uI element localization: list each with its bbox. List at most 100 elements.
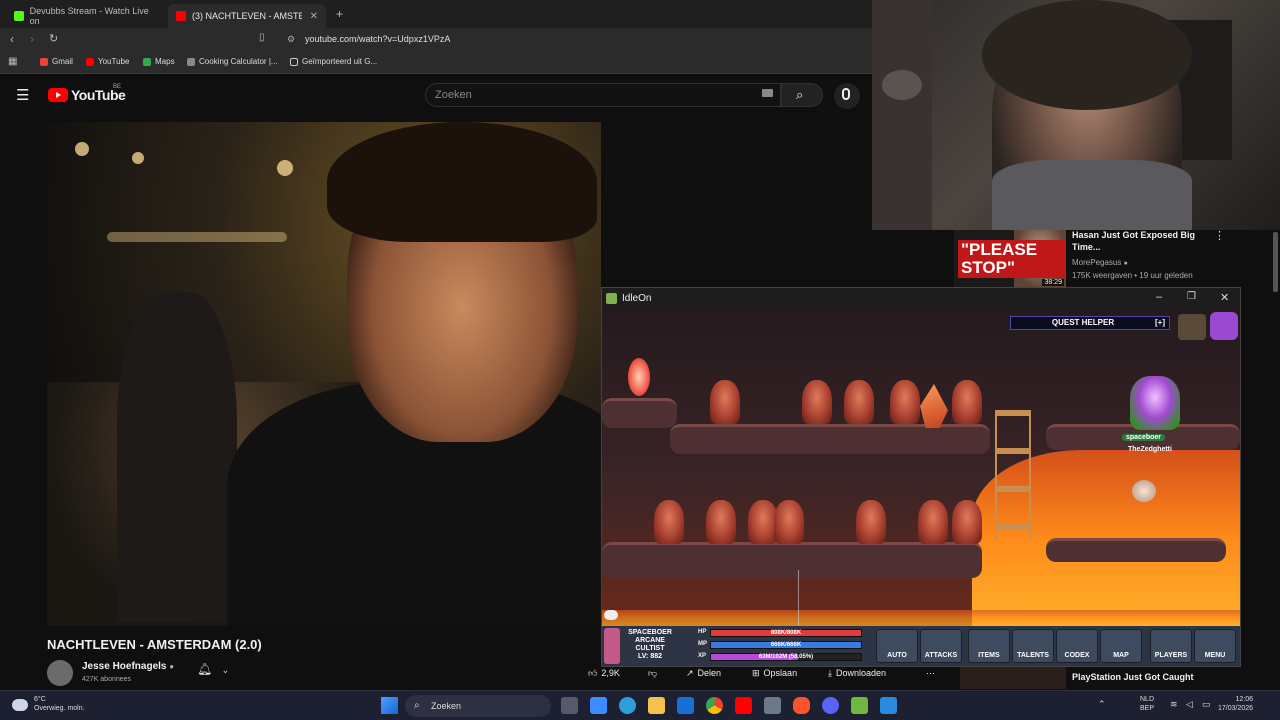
- store-icon[interactable]: [590, 697, 607, 714]
- windows-start-icon[interactable]: [381, 697, 398, 714]
- lava-mob[interactable]: [802, 380, 832, 424]
- player-name-tag: spaceboer: [1122, 434, 1166, 441]
- lava-mob[interactable]: [654, 500, 684, 544]
- weather-widget[interactable]: 6°C Overwieg. moln.: [34, 695, 85, 713]
- recommendation-channel[interactable]: MorePegasus ●: [1072, 258, 1128, 267]
- skull-icon[interactable]: [1178, 314, 1206, 340]
- bokeh-light: [132, 152, 144, 164]
- browser-tab-active[interactable]: (3) NACHTLEVEN - AMSTERD ✕: [168, 4, 326, 28]
- lava-mob[interactable]: [844, 380, 874, 424]
- chrome-icon[interactable]: [706, 697, 723, 714]
- lava-mob[interactable]: [918, 500, 948, 544]
- bookmark-gmail[interactable]: Gmail: [40, 57, 73, 66]
- talents-button[interactable]: TALENTS: [1012, 629, 1054, 663]
- items-button[interactable]: ITEMS: [968, 629, 1010, 663]
- bookmark-youtube[interactable]: YouTube: [86, 57, 129, 66]
- idleon-taskbar-icon[interactable]: [851, 697, 868, 714]
- hamburger-menu-icon[interactable]: ☰: [16, 86, 29, 104]
- site-info-icon[interactable]: ⚙: [287, 34, 295, 45]
- sidebar-scrollbar[interactable]: [1273, 232, 1278, 292]
- reload-icon[interactable]: ↻: [49, 32, 58, 45]
- clock[interactable]: 12:06 17/03/2026: [1218, 695, 1253, 713]
- battery-icon[interactable]: ▭: [1202, 699, 1211, 710]
- bookmark-folder[interactable]: Geïmporteerd uit G...: [290, 57, 377, 66]
- character-portrait-icon[interactable]: [604, 628, 620, 664]
- taskbar-search[interactable]: Zoeken: [405, 695, 551, 717]
- attacks-button[interactable]: ATTACKS: [920, 629, 962, 663]
- game-viewport[interactable]: spaceboer TheZedghetti QUEST HELPER [+]: [602, 310, 1240, 626]
- youtube-play-icon: [48, 88, 68, 102]
- bell-icon: 🔔︎: [197, 662, 213, 676]
- bookmark-icon[interactable]: ▯: [259, 32, 265, 43]
- lava-mob[interactable]: [952, 500, 982, 544]
- chat-bubble-icon[interactable]: [604, 610, 618, 620]
- url-field[interactable]: youtube.com/watch?v=Udpxz1VPzA: [305, 34, 450, 44]
- minimize-icon[interactable]: –: [1156, 291, 1162, 303]
- idleon-window[interactable]: IdleOn – ❐ ✕ spaceboer TheZedghetti QUES…: [601, 287, 1241, 667]
- button-label: CODEX: [1064, 652, 1090, 659]
- save-button[interactable]: ⊞ Opslaan: [752, 663, 797, 683]
- crystal-ore[interactable]: [920, 384, 948, 428]
- notification-bell-button[interactable]: 🔔︎ ⌄: [197, 662, 229, 676]
- recommendation-title[interactable]: Hasan Just Got Exposed Big Time...: [1072, 229, 1212, 253]
- mp-label: MP: [698, 641, 707, 647]
- streamer-jacket: [992, 160, 1192, 230]
- recommendation-thumbnail[interactable]: [960, 665, 1066, 689]
- search-input[interactable]: Zoeken: [425, 83, 781, 107]
- bookmark-maps[interactable]: Maps: [143, 57, 175, 66]
- lava-mob[interactable]: [706, 500, 736, 544]
- rope-ladder[interactable]: [995, 410, 1031, 540]
- players-button[interactable]: PLAYERS: [1150, 629, 1192, 663]
- edge-icon[interactable]: [619, 697, 636, 714]
- browser-tab[interactable]: Devubbs Stream - Watch Live on: [6, 4, 164, 28]
- weather-temp: 6°C: [34, 696, 46, 703]
- lava-mob[interactable]: [952, 380, 982, 424]
- player-character[interactable]: [1130, 376, 1180, 430]
- youtube-app-icon[interactable]: [735, 697, 752, 714]
- calculator-icon[interactable]: [764, 697, 781, 714]
- bookmark-cooking[interactable]: Cooking Calculator |...: [187, 57, 278, 66]
- recommendation-title[interactable]: PlayStation Just Got Caught: [1072, 672, 1194, 682]
- video-player[interactable]: [47, 122, 601, 626]
- outlook-icon[interactable]: [677, 697, 694, 714]
- lava-mob[interactable]: [890, 380, 920, 424]
- close-tab-icon[interactable]: ✕: [310, 11, 318, 22]
- codex-button[interactable]: CODEX: [1056, 629, 1098, 663]
- lava-mob[interactable]: [710, 380, 740, 424]
- share-button[interactable]: ↗ Delen: [686, 663, 721, 683]
- event-icon[interactable]: [1210, 312, 1238, 340]
- auto-button[interactable]: AUTO: [876, 629, 918, 663]
- more-actions-button[interactable]: ⋯: [926, 663, 935, 683]
- menu-button[interactable]: MENU: [1194, 629, 1236, 663]
- channel-name[interactable]: Jesse Hoefnagels ●: [82, 661, 174, 672]
- quest-helper-toggle[interactable]: [+]: [1155, 317, 1165, 329]
- lava-mob[interactable]: [774, 500, 804, 544]
- channel-avatar[interactable]: [47, 660, 73, 686]
- task-view-icon[interactable]: [561, 697, 578, 714]
- apps-grid-icon[interactable]: ▦: [8, 56, 17, 67]
- close-window-icon[interactable]: ✕: [1220, 291, 1229, 304]
- search-button[interactable]: ⌕: [781, 83, 823, 107]
- voice-search-button[interactable]: [834, 83, 860, 109]
- forward-icon[interactable]: ›: [30, 32, 34, 46]
- discord-icon[interactable]: [822, 697, 839, 714]
- wifi-icon[interactable]: ≋: [1170, 699, 1178, 710]
- lava-mob[interactable]: [856, 500, 886, 544]
- file-explorer-icon[interactable]: [648, 697, 665, 714]
- app-icon[interactable]: [880, 697, 897, 714]
- portal-icon[interactable]: [628, 358, 650, 396]
- more-options-icon[interactable]: ⋮: [1214, 229, 1225, 242]
- chevron-up-icon[interactable]: ⌃: [1098, 699, 1106, 710]
- brave-icon[interactable]: [793, 697, 810, 714]
- map-button[interactable]: MAP: [1100, 629, 1142, 663]
- new-tab-button[interactable]: +: [336, 7, 343, 21]
- recommendation-thumbnail[interactable]: "PLEASE STOP" 38:29: [954, 230, 1066, 288]
- language-indicator[interactable]: NLD BEP: [1140, 695, 1154, 713]
- window-titlebar[interactable]: IdleOn – ❐ ✕: [602, 288, 1240, 310]
- keyboard-icon[interactable]: [762, 89, 773, 97]
- download-button[interactable]: ⤓ Downloaden: [828, 663, 886, 683]
- back-icon[interactable]: ‹: [10, 32, 14, 46]
- volume-icon[interactable]: ◁: [1186, 699, 1193, 710]
- quest-helper-panel[interactable]: QUEST HELPER [+]: [1010, 316, 1170, 330]
- maximize-icon[interactable]: ❐: [1187, 291, 1196, 302]
